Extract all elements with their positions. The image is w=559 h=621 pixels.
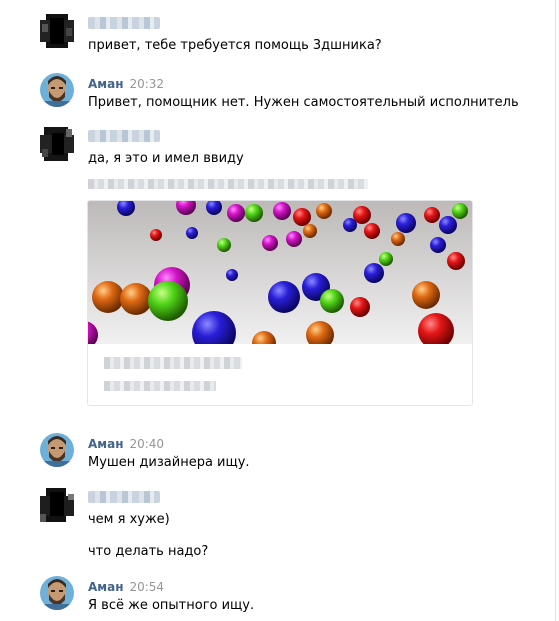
sender-name-blurred[interactable] (88, 491, 160, 503)
message-group: привет, тебе требуется помощь 3дшника? (40, 14, 547, 54)
sender-name-blurred[interactable] (88, 130, 160, 142)
message-group: чем я хуже) что делать надо? (40, 488, 547, 559)
message-text: Привет, помощник нет. Нужен самостоятель… (88, 95, 519, 110)
chat-history: привет, тебе требуется помощь 3дшника? А… (0, 0, 556, 621)
bearded-man-avatar[interactable] (40, 576, 74, 610)
link-preview-card[interactable] (87, 200, 473, 406)
link-title-blurred[interactable] (104, 357, 242, 369)
message-text: что делать надо? (88, 544, 209, 559)
sender-name[interactable]: Аман (88, 77, 123, 91)
pixelated-avatar-icon[interactable] (40, 14, 74, 48)
message-text: чем я хуже) (88, 512, 170, 527)
sender-name[interactable]: Аман (88, 437, 123, 451)
message-text: привет, тебе требуется помощь 3дшника? (88, 38, 382, 53)
bearded-man-avatar[interactable] (40, 73, 74, 107)
sender-name[interactable]: Аман (88, 580, 123, 594)
pixelated-avatar-icon[interactable] (40, 488, 74, 522)
message-group: Аман 20:32 Привет, помощник нет. Нужен са… (40, 73, 547, 113)
message-time[interactable]: 20:32 (129, 77, 164, 91)
link-domain-blurred[interactable] (104, 381, 216, 391)
message-text: да, я это и имел ввиду (88, 151, 244, 166)
message-text: Мушен дизайнера ищу. (88, 455, 250, 470)
link-preview-image[interactable] (88, 201, 473, 344)
link-url-blurred[interactable] (88, 179, 368, 189)
message-group: Аман 20:40 Мушен дизайнера ищу. (40, 433, 547, 473)
sender-name-blurred[interactable] (88, 17, 160, 29)
bearded-man-avatar[interactable] (40, 433, 74, 467)
pixelated-avatar-icon[interactable] (40, 127, 74, 161)
message-text: Я всё же опытного ищу. (88, 598, 255, 613)
message-time[interactable]: 20:54 (129, 580, 164, 594)
message-time[interactable]: 20:40 (129, 437, 164, 451)
message-group: Аман 20:54 Я всё же опытного ищу. (40, 576, 547, 616)
